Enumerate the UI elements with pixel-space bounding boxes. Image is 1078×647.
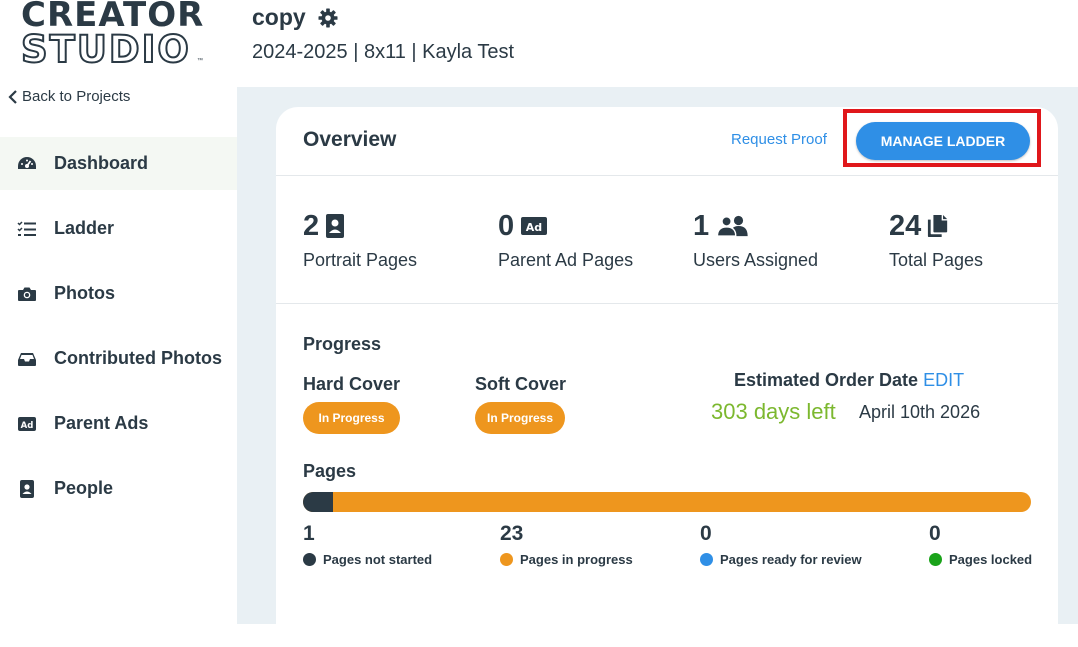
sidebar-item-label: Parent Ads xyxy=(54,413,149,433)
sidebar-item-dashboard[interactable]: Dashboard xyxy=(0,137,237,190)
pages-locked-count: 0 xyxy=(929,522,941,545)
overview-header: Overview Request Proof MANAGE LADDER xyxy=(276,107,1058,176)
pages-ready-for-review-count: 0 xyxy=(700,522,712,545)
pages-not-started-segment xyxy=(303,492,334,512)
overview-title: Overview xyxy=(303,128,397,151)
overview-card: Overview Request Proof MANAGE LADDER 2 P… xyxy=(276,107,1058,647)
legend-dot xyxy=(929,553,942,566)
sidebar-item-label: Dashboard xyxy=(54,153,149,173)
legend-pages-not-started: Pages not started xyxy=(303,552,432,567)
stat-users-assigned: 1 Users Assigned xyxy=(693,208,818,271)
stat-value-row: 2 xyxy=(303,208,417,244)
stat-parent-ad-pages: 0 Ad Parent Ad Pages xyxy=(498,208,633,271)
legend-label: Pages locked xyxy=(949,552,1033,567)
project-subtitle: 2024-2025 | 8x11 | Kayla Test xyxy=(252,41,515,63)
manage-ladder-button[interactable]: MANAGE LADDER xyxy=(856,122,1030,160)
days-left: 303 days left xyxy=(711,399,836,424)
legend-label: Pages ready for review xyxy=(720,552,862,567)
stat-label: Portrait Pages xyxy=(303,250,418,270)
sidebar-item-photos[interactable]: Photos xyxy=(0,267,237,320)
stat-value: 2 xyxy=(303,209,320,242)
ad-icon: Ad xyxy=(521,217,548,235)
stat-value-row: 1 xyxy=(693,208,818,244)
progress-title: Progress xyxy=(303,334,382,354)
pages-in-progress-count: 23 xyxy=(500,522,524,545)
project-title-text: copy xyxy=(252,4,306,30)
legend-dot xyxy=(700,553,713,566)
logo-trademark: ™ xyxy=(197,58,203,64)
overview-stats: 2 Portrait Pages 0 Ad Parent Ad Pages 1 … xyxy=(276,176,1058,304)
ad-icon: Ad xyxy=(0,414,54,434)
sidebar-item-people[interactable]: People xyxy=(0,462,237,515)
sidebar-nav: Dashboard Ladder Photos Contributed Phot… xyxy=(0,137,237,527)
back-to-projects-link[interactable]: Back to Projects xyxy=(8,88,130,105)
legend-pages-in-progress: Pages in progress xyxy=(500,552,633,567)
estimated-order-date-label: Estimated Order Date EDIT xyxy=(734,370,964,391)
hard-cover-label: Hard Cover xyxy=(303,374,401,394)
stat-portrait-pages: 2 Portrait Pages xyxy=(303,208,417,271)
users-icon xyxy=(716,215,748,237)
legend-dot xyxy=(303,553,316,566)
list-check-icon xyxy=(0,219,54,239)
person-badge-icon xyxy=(0,479,54,499)
portrait-icon xyxy=(326,214,345,238)
sidebar-item-label: Photos xyxy=(54,283,115,303)
soft-cover-status-badge: In Progress xyxy=(475,402,565,434)
legend-pages-locked: Pages locked xyxy=(929,552,1032,567)
back-label: Back to Projects xyxy=(22,88,131,105)
legend-label: Pages in progress xyxy=(520,552,633,567)
pages-progress-bar xyxy=(303,492,1031,512)
stat-total-pages: 24 Total Pages xyxy=(889,208,983,271)
stat-label: Users Assigned xyxy=(693,250,819,270)
logo-line2: STUDIO xyxy=(20,28,191,71)
chevron-left-icon xyxy=(8,89,17,104)
stat-value: 1 xyxy=(693,209,710,242)
sidebar-item-parent-ads[interactable]: Ad Parent Ads xyxy=(0,397,237,450)
stat-value: 0 xyxy=(498,209,515,242)
svg-text:Ad: Ad xyxy=(526,221,542,234)
gear-icon[interactable] xyxy=(318,8,338,28)
inbox-tray-icon xyxy=(0,349,54,369)
stat-value-row: 24 xyxy=(889,208,983,244)
sidebar-item-ladder[interactable]: Ladder xyxy=(0,202,237,255)
sidebar-item-contributed-photos[interactable]: Contributed Photos xyxy=(0,332,237,385)
sidebar-item-label: Contributed Photos xyxy=(54,348,222,368)
stat-label: Total Pages xyxy=(889,250,984,270)
stat-value: 24 xyxy=(889,209,922,242)
request-proof-link[interactable]: Request Proof xyxy=(731,131,827,148)
sidebar-item-label: Ladder xyxy=(54,218,115,238)
sidebar: CREATOR STUDIO ™ Back to Projects Dashbo… xyxy=(0,0,237,624)
main-content: Overview Request Proof MANAGE LADDER 2 P… xyxy=(237,87,1078,647)
stat-label: Parent Ad Pages xyxy=(498,250,634,270)
legend-label: Pages not started xyxy=(323,552,433,567)
svg-text:Ad: Ad xyxy=(21,421,34,431)
project-title: copy xyxy=(252,4,338,31)
order-date: April 10th 2026 xyxy=(859,402,981,422)
edit-order-date-link[interactable]: EDIT xyxy=(923,370,964,390)
legend-pages-ready-for-review: Pages ready for review xyxy=(700,552,862,567)
hard-cover-status-badge: In Progress xyxy=(303,402,400,434)
pages-not-started-count: 1 xyxy=(303,522,315,545)
pages-title: Pages xyxy=(303,461,357,481)
sidebar-item-label: People xyxy=(54,478,114,498)
estimated-order-date-text: Estimated Order Date xyxy=(734,370,919,390)
dashboard-gauge-icon xyxy=(0,154,54,174)
soft-cover-label: Soft Cover xyxy=(475,374,567,394)
camera-icon xyxy=(0,284,54,304)
legend-dot xyxy=(500,553,513,566)
creator-studio-logo[interactable]: CREATOR STUDIO ™ xyxy=(20,0,204,71)
pages-icon xyxy=(928,215,948,237)
stat-value-row: 0 Ad xyxy=(498,208,633,244)
